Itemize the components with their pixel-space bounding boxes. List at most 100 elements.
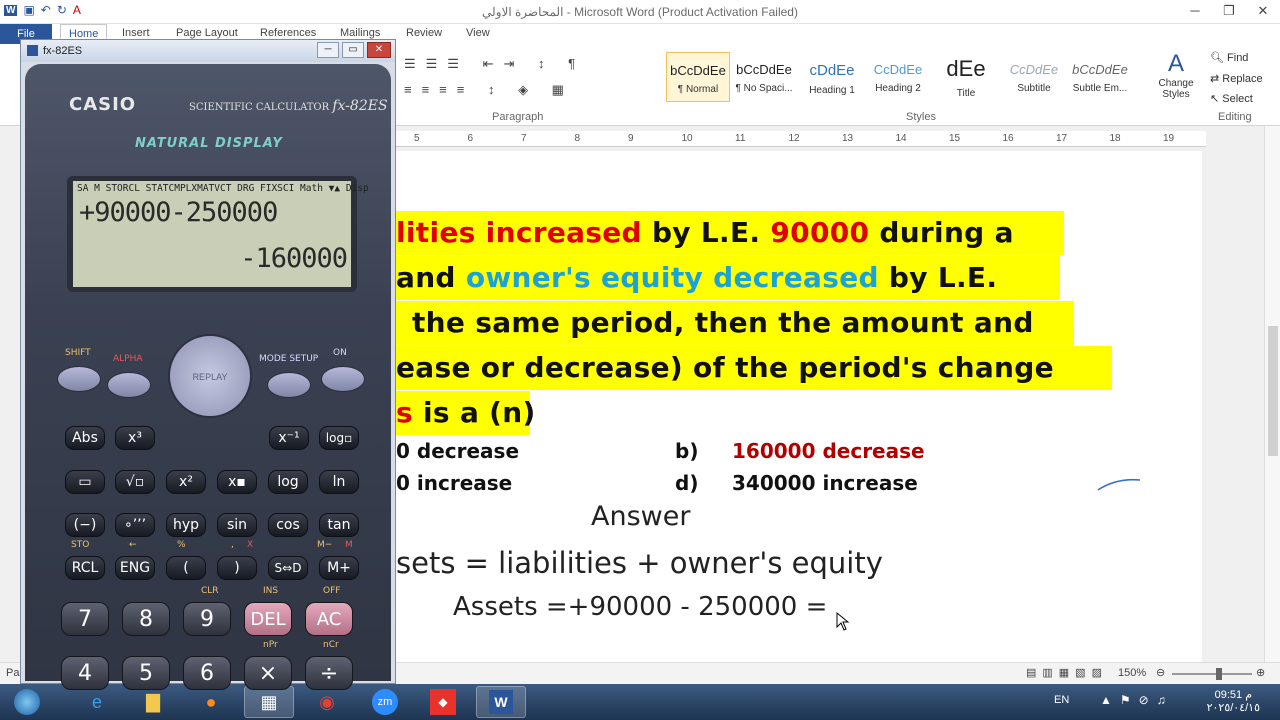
minimize-button[interactable]: ─ [1178, 0, 1212, 22]
zoom-in-icon[interactable]: ⊕ [1256, 666, 1265, 679]
select-button[interactable]: ↖ Select [1210, 92, 1253, 105]
multiply-key[interactable]: × [244, 656, 292, 690]
firefox-icon[interactable]: ● [186, 686, 236, 718]
digit-5-key[interactable]: 5 [122, 656, 170, 690]
calculator-window[interactable]: fx-82ES ─ ▭ ✕ CASIO SCIENTIFIC CALCULATOR … [20, 39, 396, 690]
tab-insert[interactable]: Insert [122, 27, 150, 39]
inverse-key[interactable]: x⁻¹ [269, 426, 309, 450]
clock[interactable]: 09:51 م ٢٠٢٥/٠٤/١٥ [1207, 688, 1260, 714]
start-button[interactable] [2, 686, 52, 718]
eng-key[interactable]: ENG [115, 556, 155, 580]
vertical-scrollbar[interactable] [1264, 126, 1280, 662]
digit-9-key[interactable]: 9 [183, 602, 231, 636]
style-subtitle[interactable]: CcDdEe Subtitle [1002, 52, 1066, 102]
del-key[interactable]: DEL [244, 602, 292, 636]
abs-key[interactable]: Abs [65, 426, 105, 450]
hyp-key[interactable]: hyp [166, 513, 206, 537]
divide-key[interactable]: ÷ [305, 656, 353, 690]
view-buttons[interactable]: ▤▥▦▧▨ [1026, 666, 1108, 679]
style-subtle-emphasis[interactable]: bCcDdEe Subtle Em... [1068, 52, 1132, 102]
log-key[interactable]: log [268, 470, 308, 494]
digit-7-key[interactable]: 7 [61, 602, 109, 636]
tray-icons[interactable]: ▲⚑⊘♫ [1100, 693, 1174, 707]
style-sample: bCcDdEe [736, 62, 792, 77]
calc-minimize-button[interactable]: ─ [317, 42, 339, 58]
style-heading-1[interactable]: cDdEe Heading 1 [800, 52, 864, 102]
calculator-taskbar-icon[interactable]: ▦ [244, 686, 294, 718]
cube-key[interactable]: x³ [115, 426, 155, 450]
tab-mailings[interactable]: Mailings [340, 27, 380, 39]
status-page-info[interactable]: Pa [6, 667, 19, 679]
language-indicator[interactable]: EN [1054, 694, 1069, 706]
tab-references[interactable]: References [260, 27, 316, 39]
file-explorer-icon[interactable]: ▇ [128, 686, 178, 718]
anydesk-icon[interactable]: ◆ [418, 686, 468, 718]
ac-key[interactable]: AC [305, 602, 353, 636]
degree-key[interactable]: ∘’’’ [115, 513, 155, 537]
tab-view[interactable]: View [466, 27, 490, 39]
open-paren-key[interactable]: ( [166, 556, 206, 580]
s-to-d-key[interactable]: S⇔D [268, 556, 308, 580]
group-label-editing: Editing [1218, 111, 1252, 123]
shift-key[interactable] [57, 366, 101, 392]
zoom-app-icon[interactable]: zm [360, 686, 410, 718]
tab-review[interactable]: Review [406, 27, 442, 39]
display-result: -160000 [240, 243, 348, 274]
restore-button[interactable]: ❐ [1212, 0, 1246, 22]
replace-button[interactable]: ⇄ Replace [1210, 72, 1263, 85]
rcl-key[interactable]: RCL [65, 556, 105, 580]
m-plus-key[interactable]: M+ [319, 556, 359, 580]
clock-date: ٢٠٢٥/٠٤/١٥ [1206, 702, 1260, 714]
paragraph-tools-row2[interactable]: ≡≡≡≡ ↕ ◈ ▦ [404, 82, 574, 98]
fraction-key[interactable]: ▭ [65, 470, 105, 494]
zoom-level[interactable]: 150% [1118, 667, 1146, 679]
sqrt-key[interactable]: √▫ [115, 470, 155, 494]
change-styles-label: Change Styles [1158, 78, 1194, 100]
calculator-title-bar[interactable]: fx-82ES ─ ▭ ✕ [21, 40, 395, 62]
tan-key[interactable]: tan [319, 513, 359, 537]
digit-4-key[interactable]: 4 [61, 656, 109, 690]
internet-explorer-icon[interactable]: e [72, 686, 122, 718]
on-key[interactable] [321, 366, 365, 392]
sin-key[interactable]: sin [217, 513, 257, 537]
cos-key[interactable]: cos [268, 513, 308, 537]
tab-page-layout[interactable]: Page Layout [176, 27, 238, 39]
style-heading-2[interactable]: CcDdEe Heading 2 [866, 52, 930, 102]
question-line-5-text: is a (n) [423, 396, 536, 429]
change-styles-button[interactable]: A Change Styles [1152, 50, 1200, 100]
group-label-styles: Styles [906, 111, 936, 123]
mode-key[interactable] [267, 372, 311, 398]
model-name: fx-82ES [332, 98, 388, 114]
style-title[interactable]: dEe Title [934, 52, 998, 102]
digit-8-key[interactable]: 8 [122, 602, 170, 636]
replace-icon: ⇄ [1210, 73, 1223, 85]
log-base-key[interactable]: log▫ [319, 426, 359, 450]
option-d-label: d) [675, 471, 699, 495]
calc-close-button[interactable]: ✕ [367, 42, 391, 58]
text-and: and [396, 261, 466, 294]
close-button[interactable]: ✕ [1246, 0, 1280, 22]
zoom-slider[interactable] [1172, 668, 1252, 680]
zoom-out-icon[interactable]: ⊖ [1156, 666, 1165, 679]
scrollbar-thumb[interactable] [1268, 326, 1278, 456]
power-key[interactable]: x▪ [217, 470, 257, 494]
calc-maximize-button[interactable]: ▭ [342, 42, 364, 58]
ln-key[interactable]: ln [319, 470, 359, 494]
paragraph-tools-row1[interactable]: ☰☰☰ ⇤⇥ ↕ ¶ [404, 56, 585, 72]
alpha-key[interactable] [107, 372, 151, 398]
style-normal[interactable]: bCcDdEe ¶ Normal [666, 52, 730, 102]
square-key[interactable]: x² [166, 470, 206, 494]
style-sample: dEe [946, 56, 986, 81]
assets-calculation: Assets =+90000 - 250000 = [453, 592, 828, 622]
find-button[interactable]: 🔍︎ Find [1210, 51, 1248, 64]
replay-dpad[interactable]: REPLAY [168, 334, 252, 418]
option-b-label: b) [675, 439, 699, 463]
digit-6-key[interactable]: 6 [183, 656, 231, 690]
off-label: OFF [323, 586, 341, 596]
negative-key[interactable]: (−) [65, 513, 105, 537]
word-taskbar-icon[interactable]: W [476, 686, 526, 718]
ruler-number: 11 [735, 133, 746, 144]
chrome-icon[interactable]: ◉ [302, 686, 352, 718]
close-paren-key[interactable]: ) [217, 556, 257, 580]
style-no-spacing[interactable]: bCcDdEe ¶ No Spaci... [732, 52, 796, 102]
